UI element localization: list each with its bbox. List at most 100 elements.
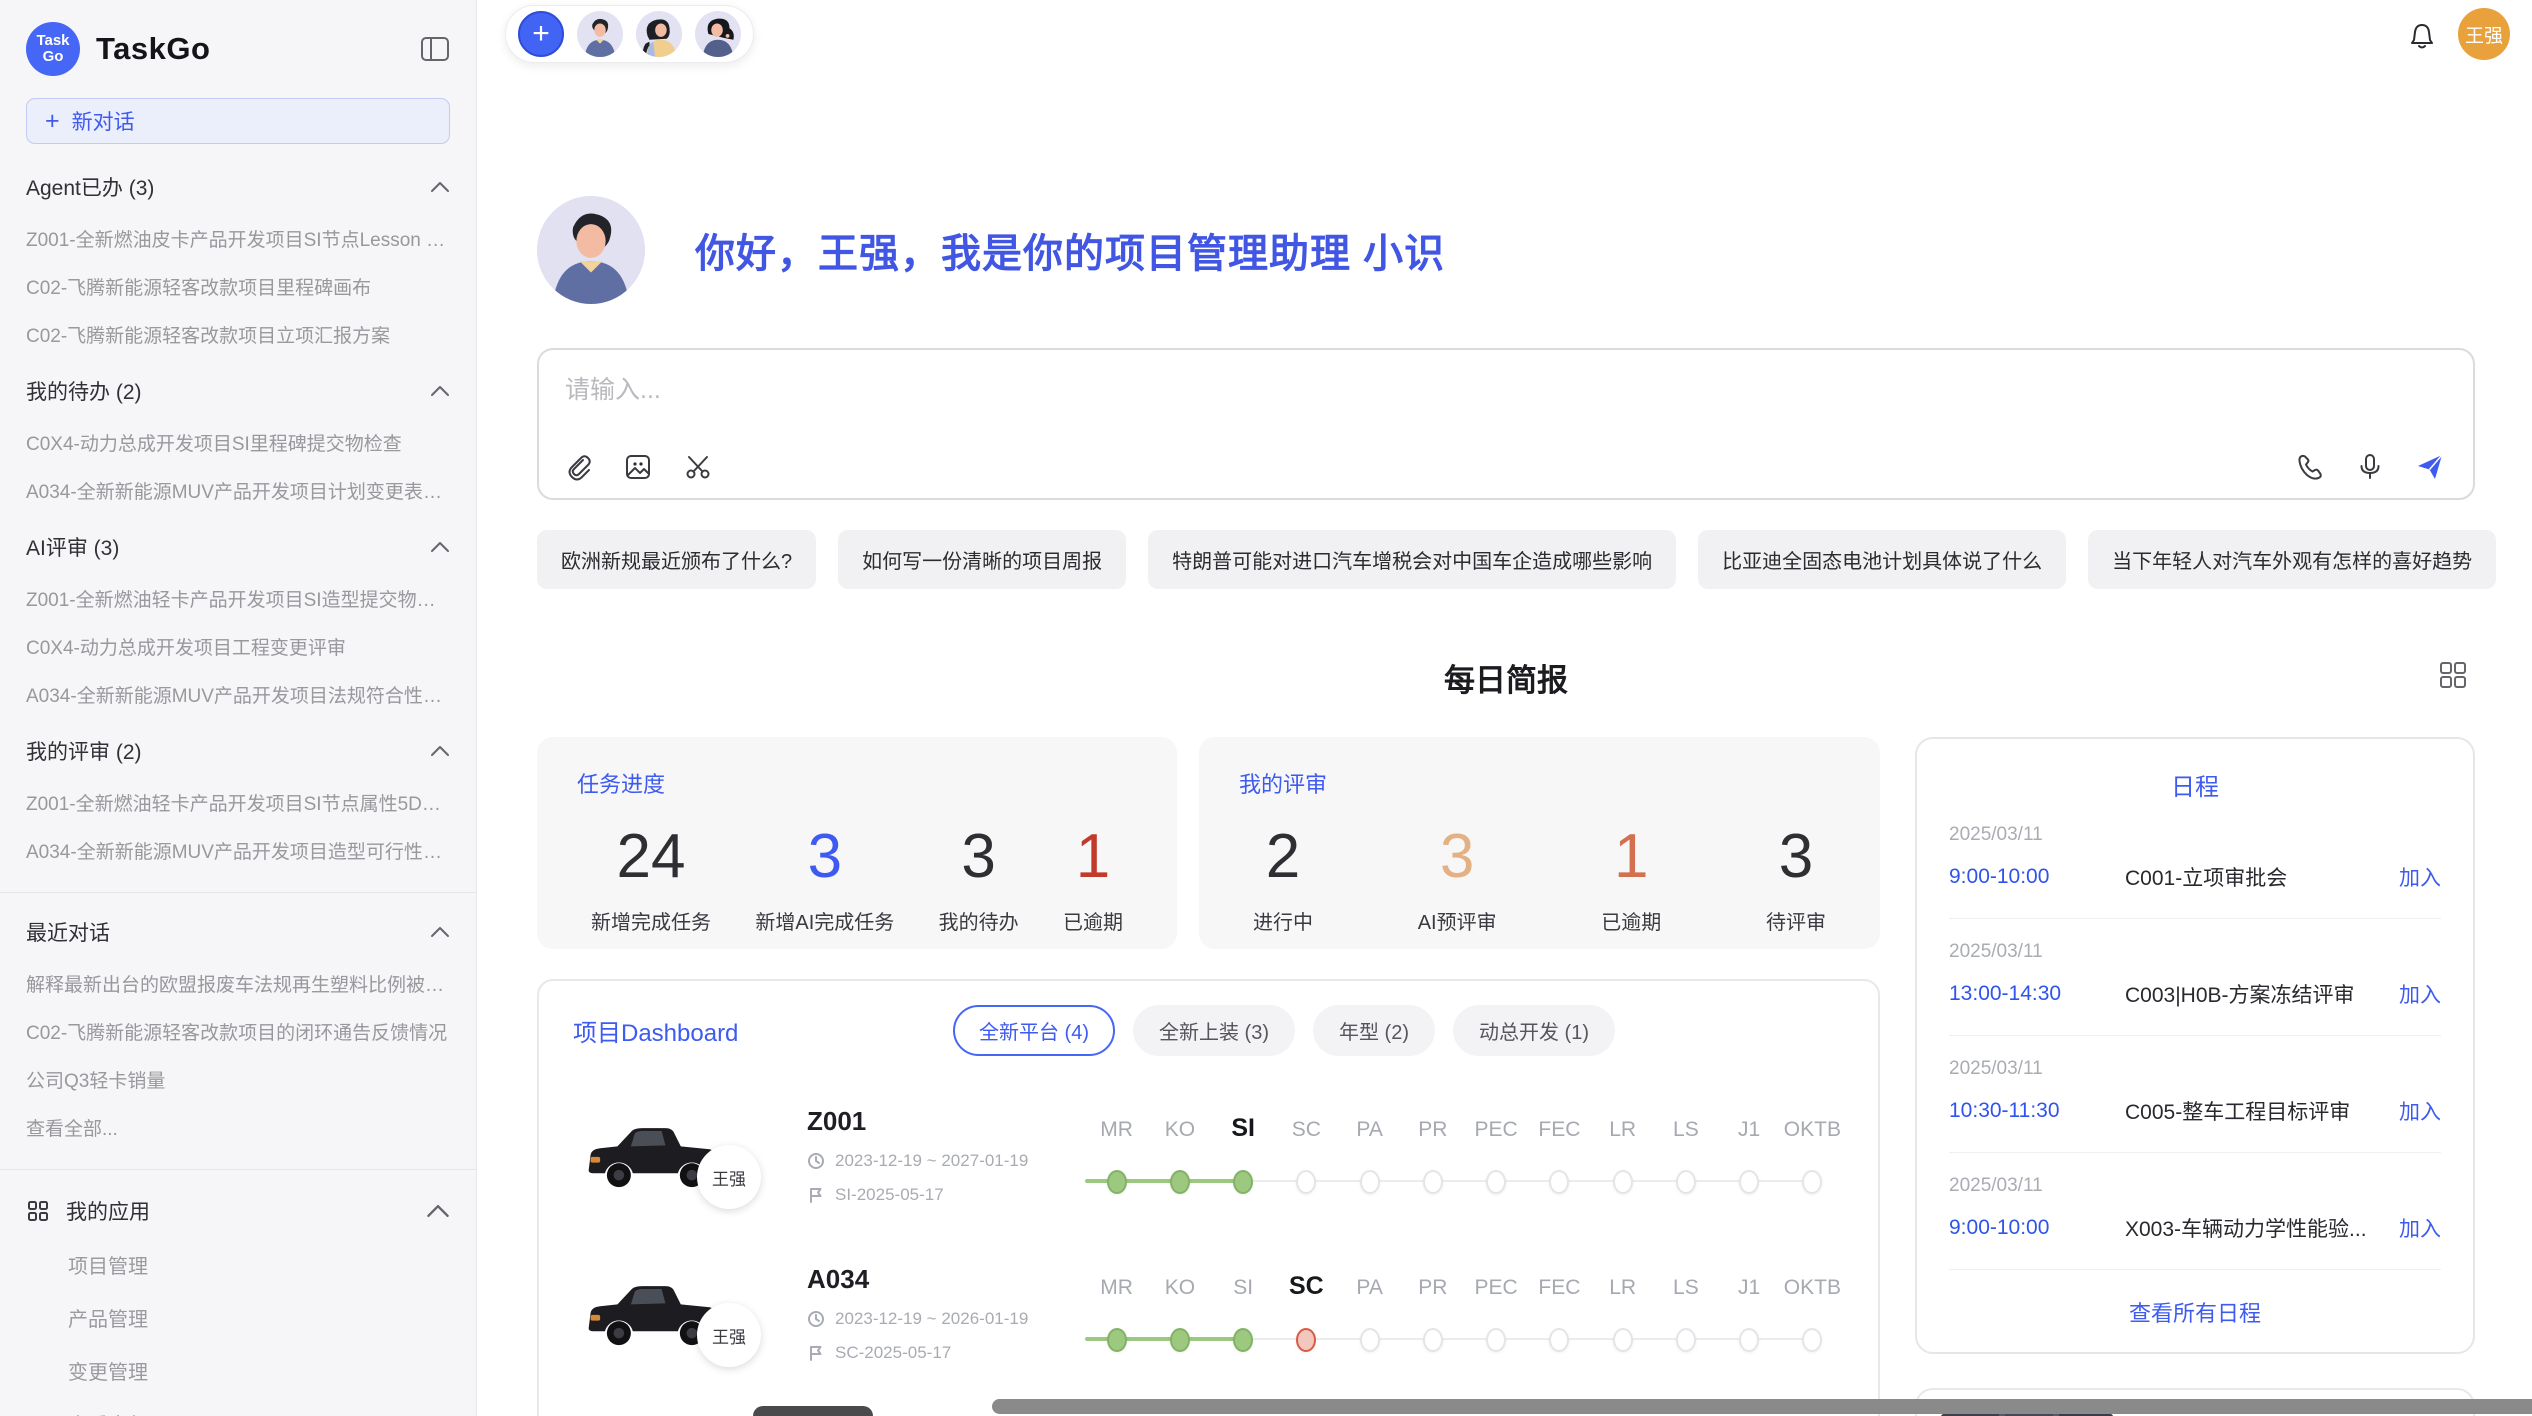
project-date-range: 2023-12-19 ~ 2026-01-19 [807, 1309, 1075, 1329]
milestone-dot [1360, 1170, 1380, 1194]
attachment-paperclip-icon[interactable] [563, 452, 593, 482]
conversation-item[interactable]: Z001-全新燃油轻卡产品开发项目SI节点属性5D文件评审 [26, 789, 450, 816]
tab-new-body[interactable]: 全新上装 (3) [1133, 1005, 1295, 1056]
tab-powertrain[interactable]: 动总开发 (1) [1453, 1005, 1615, 1056]
divider [0, 1169, 476, 1170]
scrollbar-thumb[interactable] [992, 1399, 2532, 1414]
suggestion-chips: 欧洲新规最近颁布了什么? 如何写一份清晰的项目周报 特朗普可能对进口汽车增税会对… [537, 530, 2475, 589]
flag-icon [807, 1344, 825, 1362]
chat-input[interactable] [565, 370, 2173, 428]
image-icon[interactable] [623, 452, 653, 482]
milestone-dot [1423, 1328, 1443, 1352]
microphone-icon[interactable] [2355, 452, 2385, 482]
conversation-item[interactable]: 解释最新出台的欧盟报废车法规再生塑料比例被调至15%... [26, 970, 450, 997]
composer-right-actions [2295, 452, 2445, 482]
new-chat-label: 新对话 [72, 106, 135, 136]
conversation-item[interactable]: C02-飞腾新能源轻客改款项目的闭环通告反馈情况 [26, 1018, 450, 1045]
notifications-bell-icon[interactable] [2408, 22, 2436, 52]
logo-text-top: Task [36, 33, 69, 49]
join-link[interactable]: 加入 [2399, 862, 2441, 892]
new-chat-button[interactable]: + 新对话 [26, 98, 450, 144]
user-avatar[interactable]: 王强 [2458, 8, 2510, 60]
sidebar-item-my-apps[interactable]: 我的应用 [26, 1196, 450, 1226]
section-header[interactable]: Agent已办 (3) [26, 170, 450, 204]
suggestion-chip[interactable]: 当下年轻人对汽车外观有怎样的喜好趋势 [2088, 530, 2496, 589]
briefing-title: 每日简报 [537, 655, 2475, 700]
conversation-item[interactable]: A034-全新新能源MUV产品开发项目计划变更表编写 [26, 477, 450, 504]
agent-avatar-2[interactable] [636, 11, 682, 57]
section-header[interactable]: 我的评审 (2) [26, 734, 450, 768]
conversation-item[interactable]: C02-飞腾新能源轻客改款项目里程碑画布 [26, 273, 450, 300]
conversation-item[interactable]: A034-全新新能源MUV产品开发项目法规符合性评审 [26, 681, 450, 708]
join-link[interactable]: 加入 [2399, 979, 2441, 1009]
card-title: 任务进度 [577, 767, 1137, 799]
event-time: 10:30-11:30 [1949, 1099, 2099, 1123]
milestone: FEC [1528, 1254, 1591, 1372]
milestone-dot [1423, 1170, 1443, 1194]
milestone: PA [1338, 1254, 1401, 1372]
milestone: SI [1212, 1096, 1275, 1214]
milestone: J1 [1718, 1254, 1781, 1372]
milestone-dot [1296, 1328, 1316, 1352]
stat-overdue: 1 已逾期 [1063, 821, 1123, 935]
agent-switcher: + [505, 5, 754, 63]
view-all-conversations[interactable]: 查看全部... [26, 1114, 450, 1141]
logo-row: Task Go TaskGo [26, 18, 450, 80]
milestone-dot [1802, 1328, 1822, 1352]
stat-pending-review: 3 待评审 [1766, 821, 1826, 935]
project-row-z001[interactable]: 王强 Z001 2023-12-19 ~ 2027-01-19 SI-2025-… [573, 1096, 1844, 1214]
milestone-dot [1549, 1170, 1569, 1194]
milestone: OKTB [1781, 1096, 1844, 1214]
chevron-up-icon [430, 385, 450, 397]
schedule-event: 2025/03/11 9:00-10:00 X003-车辆动力学性能验... 加… [1949, 1153, 2441, 1270]
stats-row: 任务进度 24 新增完成任务 3 新增AI完成任务 [537, 737, 1880, 949]
project-row-a034[interactable]: 王强 A034 2023-12-19 ~ 2026-01-19 SC-2025-… [573, 1254, 1844, 1372]
conversation-item[interactable]: C02-飞腾新能源轻客改款项目立项汇报方案 [26, 321, 450, 348]
tab-year-model[interactable]: 年型 (2) [1313, 1005, 1435, 1056]
project-owner-badge: 王强 [697, 1145, 761, 1209]
suggestion-chip[interactable]: 特朗普可能对进口汽车增税会对中国车企造成哪些影响 [1148, 530, 1676, 589]
scissors-icon[interactable] [683, 452, 713, 482]
conversation-item[interactable]: A034-全新新能源MUV产品开发项目造型可行性评审 [26, 837, 450, 864]
milestone: KO [1148, 1254, 1211, 1372]
suggestion-chip[interactable]: 比亚迪全固态电池计划具体说了什么 [1698, 530, 2066, 589]
event-title: C001-立项审批会 [2125, 862, 2385, 892]
tab-new-platform[interactable]: 全新平台 (4) [953, 1005, 1115, 1056]
layout-grid-icon[interactable] [2437, 659, 2469, 691]
agent-avatar-3[interactable] [695, 11, 741, 57]
view-all-apps[interactable]: 查看全部... [68, 1409, 450, 1416]
join-link[interactable]: 加入 [2399, 1096, 2441, 1126]
logo-text-bottom: Go [43, 49, 64, 65]
suggestion-chip[interactable]: 如何写一份清晰的项目周报 [838, 530, 1126, 589]
section-header[interactable]: 最近对话 [26, 915, 450, 949]
send-icon[interactable] [2415, 452, 2445, 482]
app-link-change-mgmt[interactable]: 变更管理 [68, 1356, 450, 1385]
app-link-project-mgmt[interactable]: 项目管理 [68, 1250, 450, 1279]
content-column: 你好，王强，我是你的项目管理助理 小识 [537, 58, 2475, 1416]
conversation-item[interactable]: Z001-全新燃油轻卡产品开发项目SI造型提交物评审 [26, 585, 450, 612]
schedule-event: 2025/03/11 13:00-14:30 C003|H0B-方案冻结评审 加… [1949, 919, 2441, 1036]
conversation-item[interactable]: C0X4-动力总成开发项目SI里程碑提交物检查 [26, 429, 450, 456]
milestone: MR [1085, 1096, 1148, 1214]
section-header[interactable]: AI评审 (3) [26, 530, 450, 564]
milestone-dot [1233, 1328, 1253, 1352]
view-all-schedule-link[interactable]: 查看所有日程 [1949, 1296, 2441, 1328]
suggestion-chip[interactable]: 欧洲新规最近颁布了什么? [537, 530, 816, 589]
conversation-item[interactable]: Z001-全新燃油皮卡产品开发项目SI节点Lesson Learn报告 [26, 225, 450, 252]
milestone-dot [1107, 1170, 1127, 1194]
project-dashboard-card: 项目Dashboard 全新平台 (4) 全新上装 (3) 年型 (2) 动总开… [537, 979, 1880, 1416]
conversation-item[interactable]: C0X4-动力总成开发项目工程变更评审 [26, 633, 450, 660]
agent-avatar-1[interactable] [577, 11, 623, 57]
section-header[interactable]: 我的待办 (2) [26, 374, 450, 408]
phone-call-icon[interactable] [2295, 452, 2325, 482]
event-time: 9:00-10:00 [1949, 1216, 2099, 1240]
add-agent-button[interactable]: + [518, 11, 564, 57]
milestone-dot [1676, 1170, 1696, 1194]
chevron-up-icon [430, 181, 450, 193]
conversation-item[interactable]: 公司Q3轻卡销量 [26, 1066, 450, 1093]
join-link[interactable]: 加入 [2399, 1213, 2441, 1243]
assistant-avatar [537, 196, 645, 304]
sidebar-collapse-icon[interactable] [420, 36, 450, 62]
plus-icon: + [45, 109, 60, 134]
app-link-product-mgmt[interactable]: 产品管理 [68, 1303, 450, 1332]
